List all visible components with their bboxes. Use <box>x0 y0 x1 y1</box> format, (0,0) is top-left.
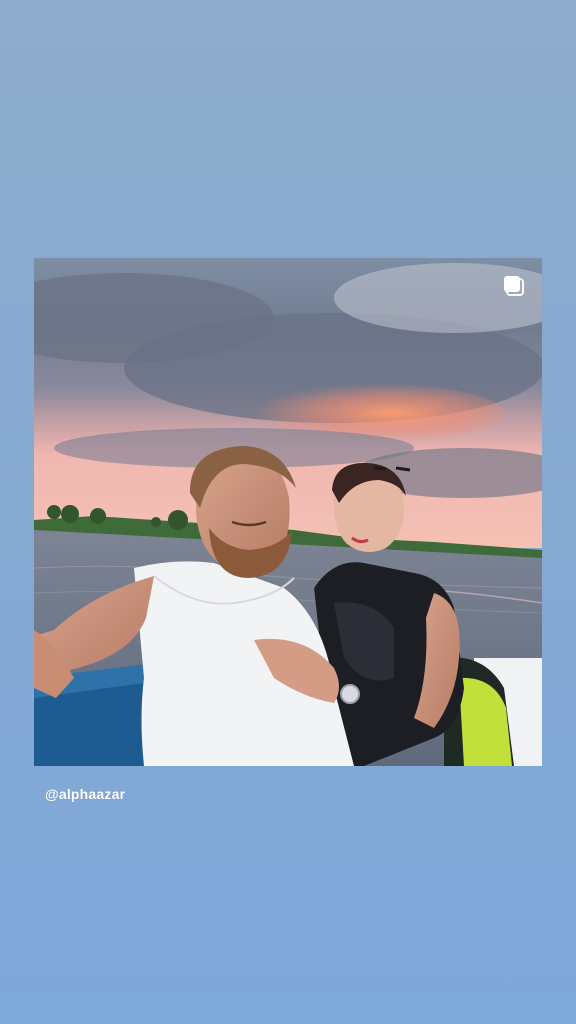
attribution-handle[interactable]: @alphaazar <box>45 786 125 802</box>
shared-post-card[interactable] <box>34 258 542 766</box>
carousel-icon <box>504 276 524 296</box>
post-photo <box>34 258 542 766</box>
